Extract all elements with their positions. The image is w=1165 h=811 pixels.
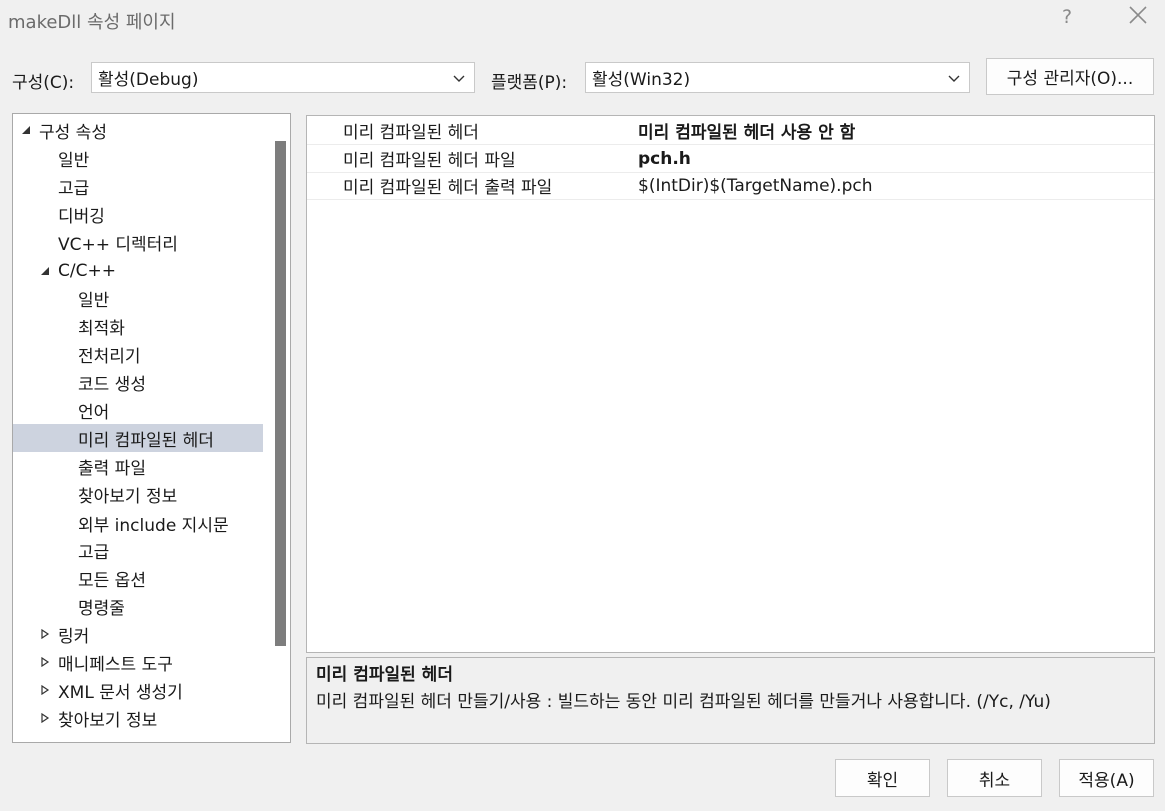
property-row[interactable]: 미리 컴파일된 헤더 출력 파일 $(IntDir)$(TargetName).… [307, 172, 1154, 200]
tree-item-label: 매니페스트 도구 [58, 654, 173, 675]
property-grid[interactable]: 미리 컴파일된 헤더 미리 컴파일된 헤더 사용 안 함 미리 컴파일된 헤더 … [306, 115, 1155, 653]
property-tree[interactable]: 구성 속성 일반 고급 디버깅 VC++ 디렉터리 C/C++ 일반 최적화 전… [12, 113, 291, 743]
collapsed-triangle-icon[interactable] [40, 685, 50, 695]
config-dropdown[interactable]: 활성(Debug) [91, 62, 475, 93]
ok-button[interactable]: 확인 [835, 759, 930, 797]
tree-item-output-files[interactable]: 출력 파일 [13, 452, 263, 480]
description-title: 미리 컴파일된 헤더 [316, 665, 453, 685]
tree-item-label: 구성 속성 [39, 122, 107, 143]
tree-item-label: VC++ 디렉터리 [58, 234, 178, 255]
collapsed-triangle-icon[interactable] [40, 713, 50, 723]
tree-item-label: 출력 파일 [78, 458, 146, 479]
expanded-triangle-icon[interactable] [40, 266, 50, 276]
window-title: makeDll 속성 페이지 [8, 12, 176, 33]
tree-item-label: 모든 옵션 [78, 570, 146, 591]
tree-item-language[interactable]: 언어 [13, 396, 263, 424]
tree-item-cpp[interactable]: C/C++ [13, 257, 263, 285]
tree-item-cpp-general[interactable]: 일반 [13, 284, 263, 312]
tree-item-all-options[interactable]: 모든 옵션 [13, 564, 263, 592]
chevron-down-icon [453, 75, 465, 82]
tree-item-label: 디버깅 [58, 206, 105, 227]
tree-item-label: 명령줄 [78, 598, 125, 619]
property-name: 미리 컴파일된 헤더 파일 [343, 151, 516, 171]
chevron-down-icon [948, 75, 960, 82]
property-row[interactable]: 미리 컴파일된 헤더 파일 pch.h [307, 145, 1154, 173]
config-manager-button[interactable]: 구성 관리자(O)... [986, 58, 1154, 95]
property-row[interactable]: 미리 컴파일된 헤더 미리 컴파일된 헤더 사용 안 함 [307, 117, 1154, 145]
tree-item-external-includes[interactable]: 외부 include 지시문 [13, 509, 263, 537]
tree-item-command-line[interactable]: 명령줄 [13, 592, 263, 620]
tree-item-label: C/C++ [58, 261, 116, 281]
tree-item-label: 전처리기 [78, 346, 141, 367]
tree-item-debugging[interactable]: 디버깅 [13, 200, 263, 228]
tree-item-advanced[interactable]: 고급 [13, 172, 263, 200]
tree-scrollbar-thumb[interactable] [275, 141, 286, 646]
expanded-triangle-icon[interactable] [21, 125, 31, 135]
tree-item-manifest-tool[interactable]: 매니페스트 도구 [13, 648, 263, 676]
tree-item-optimization[interactable]: 최적화 [13, 312, 263, 340]
tree-item-label: 일반 [58, 150, 90, 171]
tree-item-label: 찾아보기 정보 [58, 710, 158, 731]
tree-item-label: 링커 [58, 626, 90, 647]
tree-item-label: 일반 [78, 290, 110, 311]
tree-item-label: 고급 [78, 542, 110, 563]
tree-item-label: 언어 [78, 402, 110, 423]
tree-item-precompiled-headers[interactable]: 미리 컴파일된 헤더 [13, 424, 263, 452]
platform-dropdown[interactable]: 활성(Win32) [585, 62, 970, 93]
property-name: 미리 컴파일된 헤더 출력 파일 [343, 178, 553, 198]
tree-item-label: XML 문서 생성기 [58, 682, 183, 703]
tree-item-general[interactable]: 일반 [13, 144, 263, 172]
tree-item-label: 찾아보기 정보 [78, 486, 178, 507]
tree-item-preprocessor[interactable]: 전처리기 [13, 340, 263, 368]
collapsed-triangle-icon[interactable] [40, 629, 50, 639]
property-value[interactable]: 미리 컴파일된 헤더 사용 안 함 [638, 118, 855, 143]
tree-item-label: 최적화 [78, 318, 125, 339]
platform-label: 플랫폼(P): [491, 73, 568, 93]
tree-item-code-generation[interactable]: 코드 생성 [13, 368, 263, 396]
tree-item-linker[interactable]: 링커 [13, 620, 263, 648]
tree-item-config-properties[interactable]: 구성 속성 [13, 116, 263, 144]
tree-item-label: 고급 [58, 178, 90, 199]
property-name: 미리 컴파일된 헤더 [343, 123, 479, 143]
tree-item-vc-directories[interactable]: VC++ 디렉터리 [13, 228, 263, 256]
description-text: 미리 컴파일된 헤더 만들기/사용 : 빌드하는 동안 미리 컴파일된 헤더를 … [316, 692, 1051, 712]
tree-item-browse-information[interactable]: 찾아보기 정보 [13, 480, 263, 508]
tree-item-label: 코드 생성 [78, 374, 146, 395]
config-label: 구성(C): [12, 73, 75, 93]
description-panel: 미리 컴파일된 헤더 미리 컴파일된 헤더 만들기/사용 : 빌드하는 동안 미… [306, 657, 1155, 744]
config-value: 활성(Debug) [98, 70, 199, 90]
platform-value: 활성(Win32) [592, 70, 691, 90]
tree-item-label: 외부 include 지시문 [78, 515, 229, 536]
tree-item-browse-info[interactable]: 찾아보기 정보 [13, 704, 263, 732]
help-button[interactable]: ? [1062, 6, 1072, 28]
cancel-button[interactable]: 취소 [947, 759, 1042, 797]
tree-item-xml-doc-generator[interactable]: XML 문서 생성기 [13, 676, 263, 704]
close-icon[interactable] [1127, 4, 1149, 26]
property-value[interactable]: $(IntDir)$(TargetName).pch [638, 176, 872, 196]
collapsed-triangle-icon[interactable] [40, 657, 50, 667]
tree-item-cpp-advanced[interactable]: 고급 [13, 536, 263, 564]
apply-button[interactable]: 적용(A) [1059, 759, 1154, 797]
property-value[interactable]: pch.h [638, 149, 691, 169]
tree-item-label: 미리 컴파일된 헤더 [78, 430, 214, 451]
